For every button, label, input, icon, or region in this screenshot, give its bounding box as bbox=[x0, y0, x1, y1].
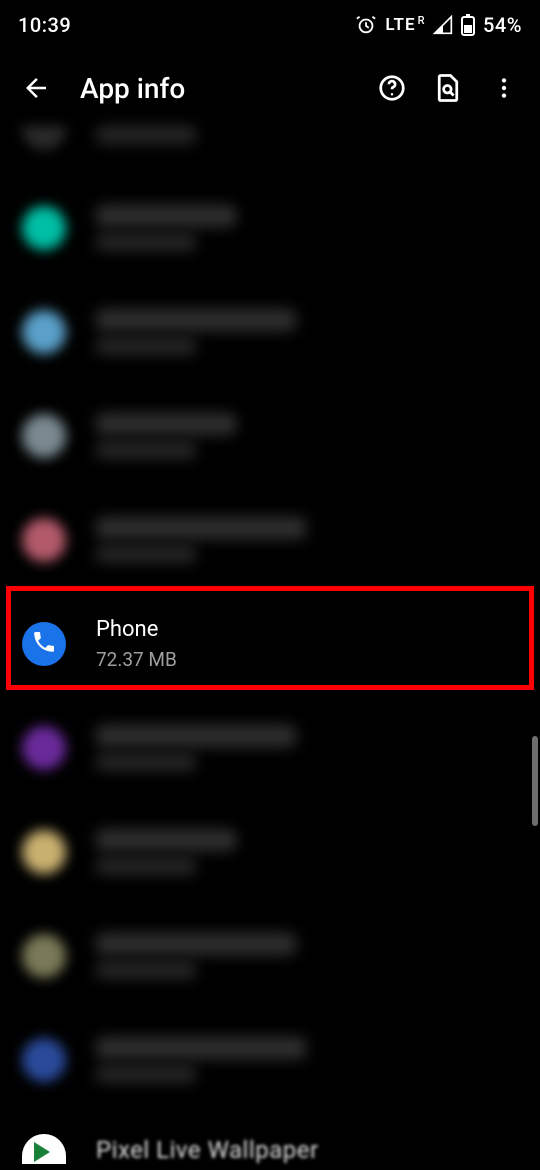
app-icon bbox=[22, 518, 66, 562]
overflow-menu-button[interactable] bbox=[480, 64, 528, 112]
find-in-page-icon bbox=[433, 73, 463, 103]
list-item-text bbox=[96, 126, 196, 144]
phone-app-icon bbox=[22, 622, 66, 666]
list-item[interactable] bbox=[0, 696, 540, 800]
app-name-label: Phone bbox=[96, 617, 177, 642]
app-name-label: Pixel Live Wallpaper bbox=[96, 1136, 319, 1164]
list-item[interactable] bbox=[0, 176, 540, 280]
status-right-cluster: LTE R 54% bbox=[355, 13, 522, 37]
app-size-label: 72.37 MB bbox=[96, 648, 177, 671]
list-item[interactable] bbox=[0, 280, 540, 384]
list-item[interactable] bbox=[0, 800, 540, 904]
list-item-text bbox=[96, 517, 306, 563]
search-in-page-button[interactable] bbox=[424, 64, 472, 112]
list-item-text bbox=[96, 205, 236, 251]
app-icon bbox=[22, 126, 66, 150]
list-item[interactable] bbox=[0, 384, 540, 488]
app-icon bbox=[22, 830, 66, 874]
list-item[interactable] bbox=[0, 1008, 540, 1112]
status-bar: 10:39 LTE R 54% bbox=[0, 0, 540, 50]
more-vert-icon bbox=[491, 75, 517, 101]
network-type: LTE bbox=[385, 15, 415, 35]
list-item[interactable] bbox=[0, 488, 540, 592]
app-icon bbox=[22, 726, 66, 770]
help-icon bbox=[377, 73, 407, 103]
list-item-text bbox=[96, 933, 296, 979]
screen-title: App info bbox=[80, 72, 360, 105]
alarm-icon bbox=[355, 14, 377, 36]
help-button[interactable] bbox=[368, 64, 416, 112]
list-item-text bbox=[96, 725, 296, 771]
status-time: 10:39 bbox=[18, 13, 71, 37]
list-item-text bbox=[96, 413, 236, 459]
phone-icon bbox=[31, 629, 57, 659]
app-icon bbox=[22, 206, 66, 250]
list-item-text: Pixel Live Wallpaper bbox=[96, 1136, 319, 1164]
battery-icon bbox=[461, 14, 475, 36]
scrollbar-thumb[interactable] bbox=[532, 736, 538, 826]
arrow-left-icon bbox=[21, 73, 51, 103]
app-list[interactable]: Phone 72.37 MB Pixel Live Wallpaper bbox=[0, 126, 540, 1164]
app-icon bbox=[22, 414, 66, 458]
back-button[interactable] bbox=[12, 64, 60, 112]
list-item-text: Phone 72.37 MB bbox=[96, 617, 177, 671]
list-item[interactable] bbox=[0, 904, 540, 1008]
list-item-text bbox=[96, 1037, 306, 1083]
app-icon bbox=[22, 1134, 66, 1164]
battery-pct: 54% bbox=[483, 13, 522, 37]
roaming-indicator: R bbox=[418, 14, 425, 27]
list-item-text bbox=[96, 829, 236, 875]
app-icon bbox=[22, 310, 66, 354]
list-item-text bbox=[96, 309, 296, 355]
signal-icon bbox=[433, 15, 453, 35]
list-item[interactable]: Pixel Live Wallpaper bbox=[0, 1112, 540, 1164]
app-icon bbox=[22, 1038, 66, 1082]
app-bar: App info bbox=[0, 50, 540, 126]
list-item-phone[interactable]: Phone 72.37 MB bbox=[0, 592, 540, 696]
list-item[interactable] bbox=[0, 126, 540, 176]
app-icon bbox=[22, 934, 66, 978]
